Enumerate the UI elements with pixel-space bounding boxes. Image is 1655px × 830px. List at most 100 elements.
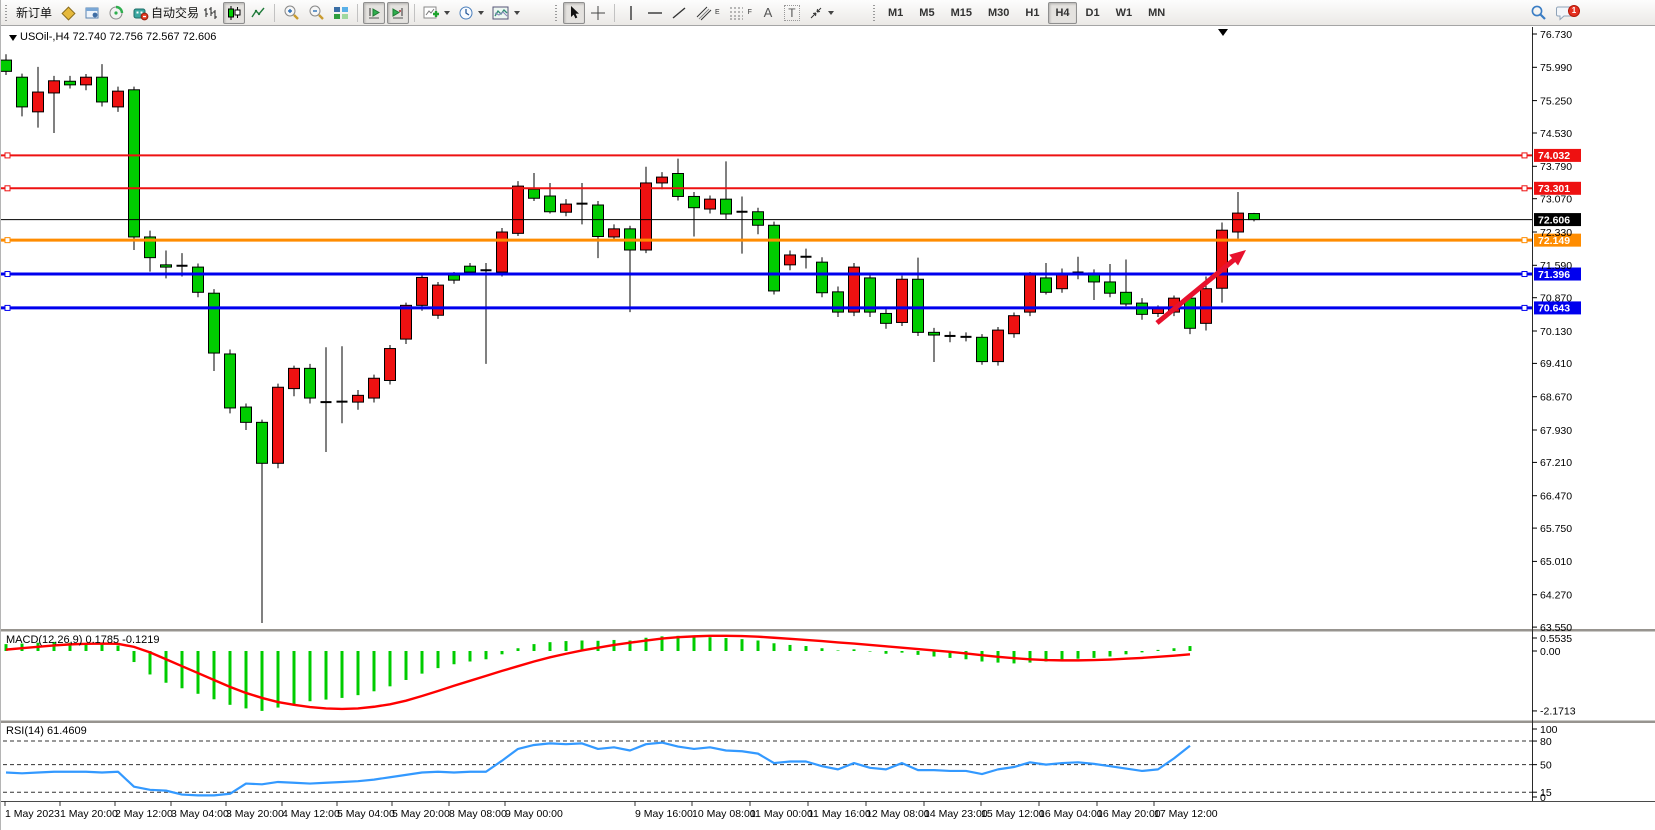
svg-text:11 May 16:00: 11 May 16:00 [808, 808, 871, 820]
horizontal-line-object[interactable]: 73.301 [1, 182, 1581, 195]
horizontal-line-object[interactable]: 72.149 [1, 234, 1581, 247]
zoom-in-button[interactable] [280, 2, 303, 24]
arrows-tool-button[interactable] [805, 2, 837, 24]
bar-chart-type-button[interactable] [199, 2, 221, 24]
period-button[interactable] [455, 2, 487, 24]
macd-label: MACD(12,26,9) 0.1785 -0.1219 [6, 634, 159, 646]
svg-text:71.590: 71.590 [1540, 260, 1572, 272]
candlestick-chart-type-button[interactable] [223, 2, 245, 24]
svg-text:0: 0 [1540, 792, 1546, 804]
svg-text:3 May 04:00: 3 May 04:00 [171, 808, 229, 820]
chart-shift-button[interactable] [387, 2, 409, 24]
search-icon [1530, 4, 1547, 21]
vertical-line-icon [626, 5, 636, 21]
timeframe-label: W1 [1112, 7, 1137, 19]
timeframe-label: M15 [947, 7, 976, 19]
tile-windows-button[interactable] [330, 2, 352, 24]
svg-text:72.330: 72.330 [1540, 227, 1572, 239]
svg-text:1 May 20:00: 1 May 20:00 [60, 808, 118, 820]
line-chart-type-button[interactable] [247, 2, 269, 24]
chart-title: USOil-,H4 72.740 72.756 72.567 72.606 [20, 31, 216, 43]
horizontal-line-object[interactable]: 70.643 [1, 301, 1581, 314]
timeframe-label: H1 [1021, 7, 1043, 19]
price-badge-value: 70.643 [1538, 303, 1570, 315]
svg-text:9 May 16:00: 9 May 16:00 [635, 808, 693, 820]
timeframe-w1-button[interactable]: W1 [1109, 2, 1140, 24]
timeframe-label: D1 [1082, 7, 1104, 19]
zoom-out-icon [308, 4, 325, 21]
svg-text:17 May 12:00: 17 May 12:00 [1154, 808, 1218, 820]
timeframe-m1-button[interactable]: M1 [881, 2, 910, 24]
market-watch-button[interactable] [57, 2, 79, 24]
svg-text:5 May 20:00: 5 May 20:00 [392, 808, 450, 820]
auto-trading-button[interactable]: 自动交易 [129, 2, 202, 24]
channel-icon [695, 5, 713, 21]
svg-text:100: 100 [1540, 724, 1558, 736]
cursor-tool-button[interactable] [563, 2, 585, 24]
chart-collapse-icon[interactable] [9, 35, 17, 41]
crosshair-tool-button[interactable] [587, 2, 609, 24]
svg-text:66.470: 66.470 [1540, 491, 1572, 503]
timeframe-m30-button[interactable]: M30 [981, 2, 1016, 24]
line-chart-icon [250, 5, 266, 21]
horizontal-line-object[interactable]: 74.032 [1, 149, 1581, 162]
channel-tool-button[interactable]: E [692, 2, 723, 24]
notifications-button[interactable]: 1 [1552, 2, 1577, 24]
svg-text:15 May 12:00: 15 May 12:00 [981, 808, 1045, 820]
timeframe-d1-button[interactable]: D1 [1079, 2, 1107, 24]
toolbar-grip[interactable] [4, 5, 8, 21]
zoom-in-icon [283, 4, 300, 21]
svg-text:74.530: 74.530 [1540, 128, 1572, 140]
svg-text:67.210: 67.210 [1540, 457, 1572, 469]
svg-text:8 May 08:00: 8 May 08:00 [449, 808, 507, 820]
timeframe-mn-button[interactable]: MN [1141, 2, 1172, 24]
template-button[interactable] [489, 2, 523, 24]
zoom-out-button[interactable] [305, 2, 328, 24]
toolbar-group-main: 新订单 自动交易 [1, 0, 202, 25]
rsi-label: RSI(14) 61.4609 [6, 725, 87, 737]
trendline-tool-button[interactable] [668, 2, 690, 24]
toolbar-group-timeframes: M1 M5 M15 M30 H1 H4 D1 W1 MN [869, 0, 1172, 25]
new-chart-button[interactable] [420, 2, 453, 24]
bar-chart-icon [202, 5, 218, 21]
timeframe-label: M5 [915, 7, 938, 19]
svg-text:2 May 12:00: 2 May 12:00 [115, 808, 173, 820]
navigator-icon [108, 5, 124, 21]
navigator-button[interactable] [105, 2, 127, 24]
svg-text:-2.1713: -2.1713 [1540, 706, 1576, 718]
timeframe-h1-button[interactable]: H1 [1018, 2, 1046, 24]
auto-scroll-icon [366, 5, 382, 21]
timeframe-h4-button[interactable]: H4 [1048, 2, 1076, 24]
timeframe-m5-button[interactable]: M5 [912, 2, 941, 24]
text-tool-button[interactable]: A [757, 2, 779, 24]
pane-splitter[interactable] [1, 629, 1655, 632]
toolbar-group-chart [199, 0, 523, 25]
fibonacci-tool-button[interactable]: F [725, 2, 755, 24]
timeframe-m15-button[interactable]: M15 [944, 2, 979, 24]
auto-scroll-button[interactable] [363, 2, 385, 24]
bar-marker-icon[interactable] [1218, 29, 1228, 36]
current-price-line[interactable]: 72.606 [1, 213, 1581, 226]
vertical-line-tool-button[interactable] [620, 2, 642, 24]
rsi-line [6, 743, 1190, 796]
terminal-window: 新订单 自动交易 [0, 0, 1655, 830]
new-order-button[interactable]: 新订单 [13, 2, 55, 24]
rsi-indicator[interactable] [3, 741, 1532, 795]
price-badge-value: 72.606 [1538, 214, 1570, 226]
svg-text:4 May 12:00: 4 May 12:00 [282, 808, 340, 820]
horizontal-line-object[interactable]: 71.396 [1, 268, 1581, 281]
candlestick-series[interactable] [1, 54, 1260, 623]
timeframe-label: MN [1144, 7, 1169, 19]
svg-text:16 May 04:00: 16 May 04:00 [1039, 808, 1103, 820]
horizontal-line-icon [647, 8, 663, 18]
toolbar-grip[interactable] [872, 5, 876, 21]
pane-splitter[interactable] [1, 721, 1655, 724]
search-button[interactable] [1527, 2, 1550, 24]
rsi-axis: 1008050150 [1532, 724, 1558, 804]
text-label-tool-button[interactable]: T [781, 2, 803, 24]
horizontal-line-tool-button[interactable] [644, 2, 666, 24]
usoil-h4-chart[interactable]: 74.03273.30172.60672.14971.39670.64376.7… [1, 26, 1655, 830]
macd-indicator[interactable] [6, 636, 1190, 711]
toolbar-grip[interactable] [554, 5, 558, 21]
data-window-button[interactable] [81, 2, 103, 24]
